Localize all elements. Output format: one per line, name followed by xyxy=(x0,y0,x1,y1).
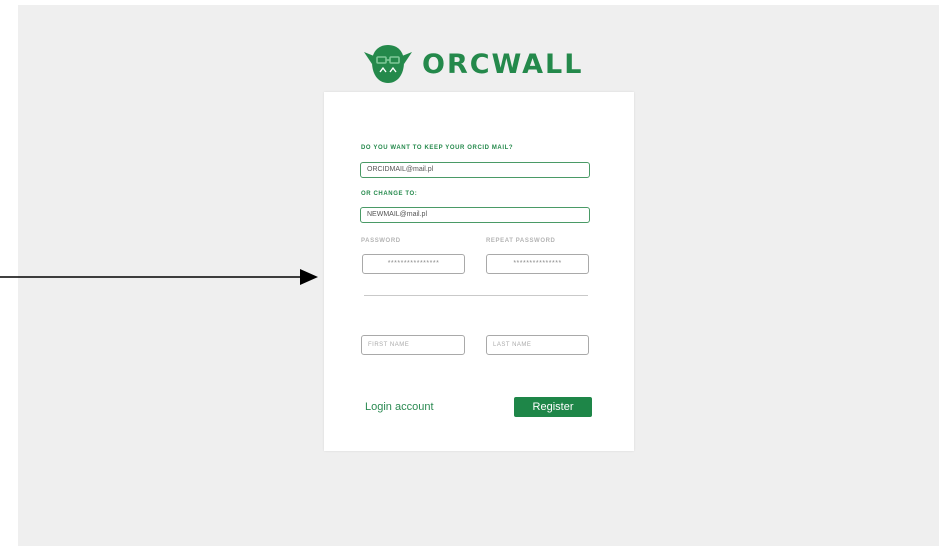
section-divider xyxy=(364,295,588,296)
keep-orcid-mail-label: DO YOU WANT TO KEEP YOUR ORCID MAIL? xyxy=(361,145,514,151)
register-button[interactable]: Register xyxy=(514,397,592,417)
orc-head-logo-icon xyxy=(364,45,412,83)
first-name-field[interactable]: FIRST NAME xyxy=(361,335,465,355)
repeat-password-field[interactable]: *************** xyxy=(486,254,589,274)
registration-card: DO YOU WANT TO KEEP YOUR ORCID MAIL? ORC… xyxy=(324,92,634,451)
repeat-password-label: REPEAT PASSWORD xyxy=(486,238,556,244)
brand-name: ORCWALL xyxy=(422,48,584,80)
login-account-link[interactable]: Login account xyxy=(365,401,434,413)
brand: ORCWALL xyxy=(364,42,594,86)
change-mail-label: OR CHANGE TO: xyxy=(361,191,418,197)
last-name-field[interactable]: LAST NAME xyxy=(486,335,589,355)
orcid-mail-field[interactable]: ORCIDMAIL@mail.pl xyxy=(360,162,590,178)
new-mail-field[interactable]: NEWMAIL@mail.pl xyxy=(360,207,590,223)
annotation-arrow xyxy=(0,269,318,285)
password-field[interactable]: **************** xyxy=(362,254,465,274)
password-label: PASSWORD xyxy=(361,238,401,244)
